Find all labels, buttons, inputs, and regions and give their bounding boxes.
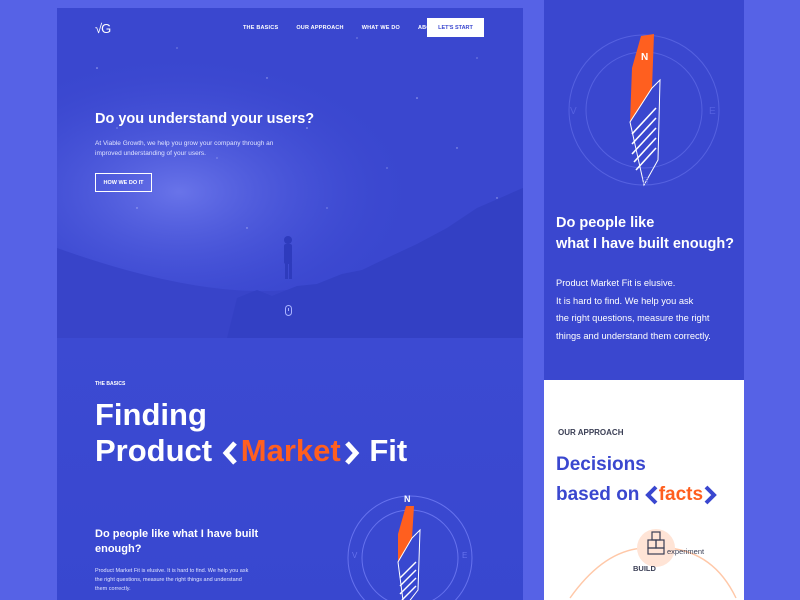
headline-word-fit: Fit xyxy=(369,433,408,468)
section-eyebrow: THE BASICS xyxy=(95,381,126,387)
scroll-mouse-icon[interactable] xyxy=(285,305,292,316)
side-text-line: It is hard to find. We help you ask xyxy=(556,295,694,306)
side-text-line: the right questions, measure the right xyxy=(556,313,710,323)
experiment-label: experiment xyxy=(667,547,705,556)
svg-text:E: E xyxy=(709,106,716,117)
side-question-title: Do people like what I have built enough? xyxy=(556,213,744,255)
side-question-title-line-2: what I have built enough? xyxy=(556,236,735,252)
approach-eyebrow: OUR APPROACH xyxy=(558,428,624,437)
headline-word-market: Market xyxy=(240,433,341,468)
build-cycle-diagram xyxy=(569,529,737,599)
svg-text:S: S xyxy=(642,176,649,187)
headline-line-2: Product Market Fit xyxy=(95,435,407,466)
chevron-right-icon xyxy=(704,485,717,505)
nav-what-we-do[interactable]: WHAT WE DO xyxy=(362,25,400,31)
approach-title-line-1: Decisions xyxy=(556,454,646,475)
side-question-text: Product Market Fit is elusive. It is har… xyxy=(556,275,736,345)
question-text: Product Market Fit is elusive. It is har… xyxy=(95,568,249,592)
chevron-right-icon xyxy=(344,441,360,465)
landing-page: √G THE BASICS OUR APPROACH WHAT WE DO AB… xyxy=(57,8,523,600)
svg-text:N: N xyxy=(404,494,411,504)
hero-title: Do you understand your users? xyxy=(95,111,315,127)
chevron-left-icon xyxy=(222,441,237,465)
compass-icon: N V E S xyxy=(568,34,720,187)
approach-title-line-2: based on facts xyxy=(556,484,717,506)
brand-logo[interactable]: √G xyxy=(95,21,111,36)
headline-line-1: Finding xyxy=(95,397,207,432)
svg-text:V: V xyxy=(352,551,358,560)
question-title: Do people like what I have built enough? xyxy=(95,528,259,555)
chevron-left-icon xyxy=(644,485,658,505)
headline-word-product: Product xyxy=(95,433,213,468)
side-panel-approach: OUR APPROACH Decisions based on facts BU… xyxy=(544,380,744,600)
side-panel-question: N V E S Do people like what I have built… xyxy=(544,0,744,380)
hero-text: At Viable Growth, we help you grow your … xyxy=(95,140,274,157)
side-text-line: Product Market Fit is elusive. xyxy=(556,278,676,288)
approach-title-facts: facts xyxy=(658,484,704,505)
nav-our-approach[interactable]: OUR APPROACH xyxy=(296,25,343,31)
svg-text:V: V xyxy=(570,106,577,117)
how-we-do-it-button[interactable]: HOW WE DO IT xyxy=(95,173,152,192)
svg-text:E: E xyxy=(462,551,467,560)
lets-start-button[interactable]: LET'S START xyxy=(427,18,484,37)
nav-the-basics[interactable]: THE BASICS xyxy=(243,25,278,31)
svg-text:N: N xyxy=(641,52,648,63)
build-label: BUILD xyxy=(633,564,656,573)
approach-title-based-on: based on xyxy=(556,484,640,505)
side-text-line: things and understand them correctly. xyxy=(556,330,711,341)
person-silhouette xyxy=(284,236,292,279)
canvas: √G THE BASICS OUR APPROACH WHAT WE DO AB… xyxy=(0,0,800,600)
side-question-title-line-1: Do people like xyxy=(556,215,655,231)
compass-icon: N V E xyxy=(347,494,473,600)
